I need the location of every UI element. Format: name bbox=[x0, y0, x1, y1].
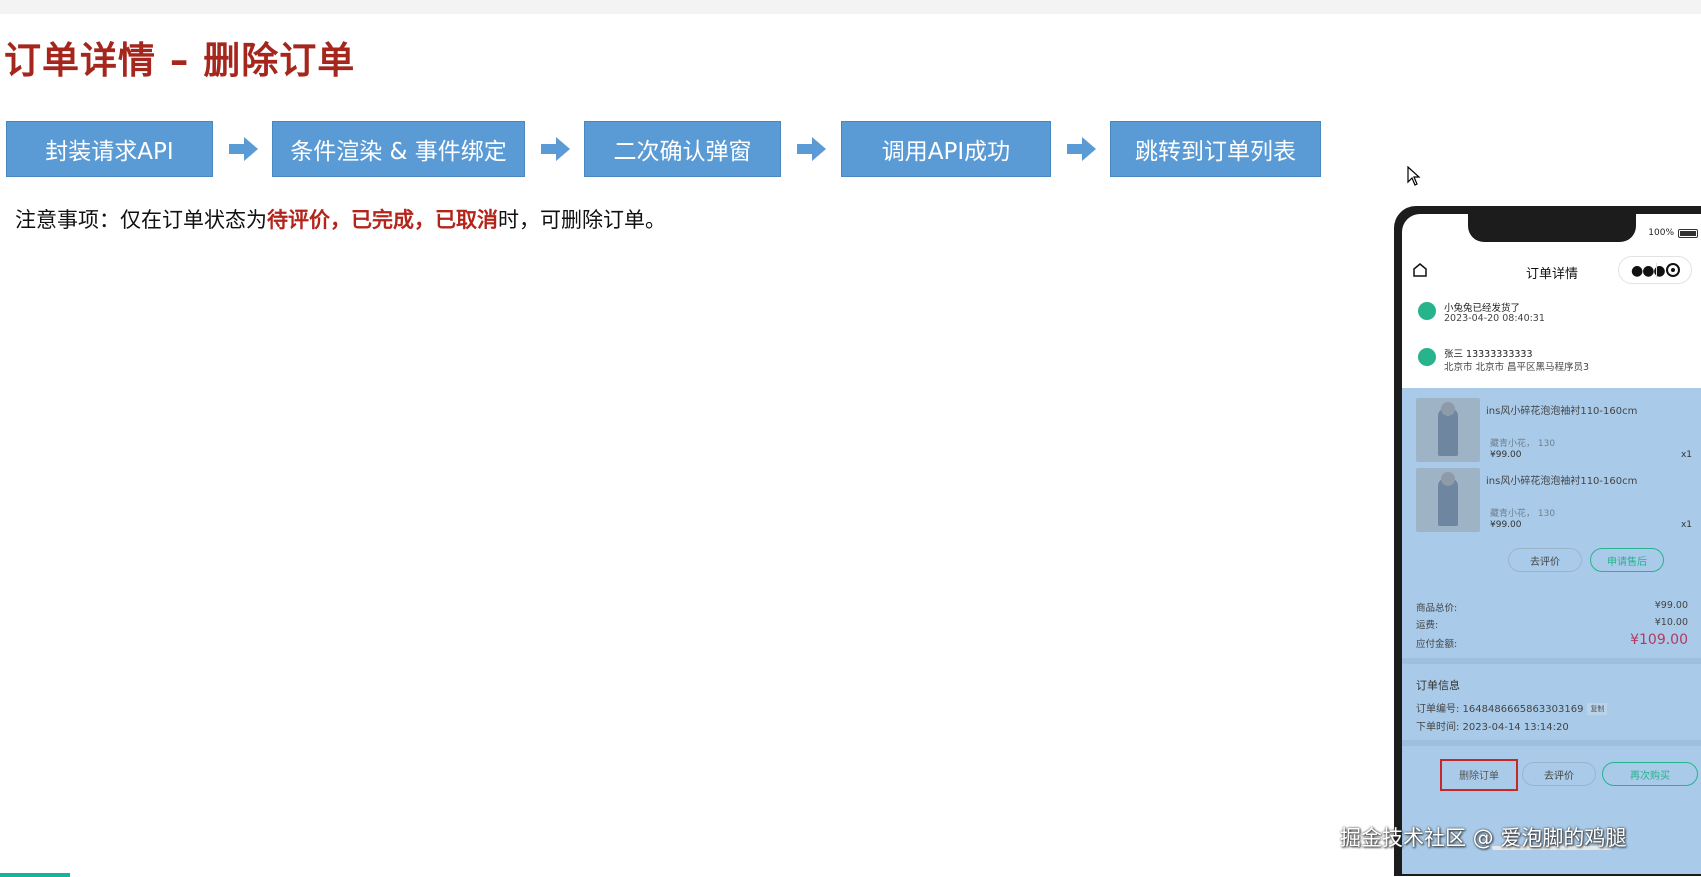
status-completed: 已完成， bbox=[351, 208, 435, 232]
step-call-api: 调用API成功 bbox=[841, 121, 1051, 177]
arrow-right-icon bbox=[541, 137, 570, 161]
battery-icon bbox=[1678, 228, 1698, 238]
goods-thumbnail bbox=[1416, 398, 1480, 462]
pay-amount-value: ¥109.00 bbox=[1630, 632, 1688, 648]
phone-screen: 100% 订单详情 ●●● 小兔兔已经发货了 2023-04-20 08:40:… bbox=[1402, 214, 1701, 874]
close-target-icon[interactable] bbox=[1666, 263, 1680, 277]
battery-percent: 100% bbox=[1648, 228, 1674, 238]
after-sale-button[interactable]: 申请售后 bbox=[1590, 548, 1664, 572]
goods-name: ins风小碎花泡泡袖衬110-160cm bbox=[1486, 406, 1638, 417]
address-name-phone: 张三 13333333333 bbox=[1444, 349, 1533, 360]
section-divider bbox=[1402, 740, 1701, 746]
copy-button[interactable]: 复制 bbox=[1587, 703, 1608, 715]
bottom-review-button[interactable]: 去评价 bbox=[1522, 762, 1596, 786]
goods-qty: x1 bbox=[1680, 450, 1692, 460]
goods-review-button[interactable]: 去评价 bbox=[1508, 548, 1582, 572]
note-prefix: 注意事项：仅在订单状态为 bbox=[15, 208, 267, 232]
bottom-accent-strip bbox=[0, 873, 70, 877]
step-conditional-render: 条件渲染 & 事件绑定 bbox=[272, 121, 525, 177]
truck-icon bbox=[1418, 302, 1436, 320]
status-pending-review: 待评价， bbox=[267, 208, 351, 232]
shipping-text: 小兔兔已经发货了 bbox=[1444, 303, 1521, 314]
arrow-right-icon bbox=[797, 137, 826, 161]
step-encapsulate-api: 封装请求API bbox=[6, 121, 213, 177]
phone-frame: 100% 订单详情 ●●● 小兔兔已经发货了 2023-04-20 08:40:… bbox=[1394, 206, 1701, 876]
pay-amount-label: 应付金额: bbox=[1416, 639, 1458, 650]
delete-highlight-box bbox=[1440, 759, 1518, 791]
address-detail: 北京市 北京市 昌平区黑马程序员3 bbox=[1444, 362, 1590, 373]
location-pin-icon bbox=[1418, 348, 1436, 366]
shipping-time: 2023-04-20 08:40:31 bbox=[1444, 313, 1545, 324]
goods-thumbnail bbox=[1416, 468, 1480, 532]
order-number-line: 订单编号: 1648486665863303169 复制 bbox=[1416, 700, 1608, 715]
arrow-right-icon bbox=[229, 137, 258, 161]
goods-price: ¥99.00 bbox=[1490, 520, 1522, 530]
nav-bar: 订单详情 ●●● bbox=[1402, 250, 1701, 292]
order-info-title: 订单信息 bbox=[1416, 679, 1460, 692]
step-confirm-dialog: 二次确认弹窗 bbox=[584, 121, 781, 177]
section-divider bbox=[1402, 658, 1701, 664]
goods-item[interactable]: ins风小碎花泡泡袖衬110-160cm 藏青小花， 130 ¥99.00 x1 bbox=[1416, 398, 1692, 464]
goods-spec: 藏青小花， 130 bbox=[1490, 439, 1556, 449]
goods-qty: x1 bbox=[1680, 520, 1692, 530]
dim-overlay: ins风小碎花泡泡袖衬110-160cm 藏青小花， 130 ¥99.00 x1… bbox=[1402, 388, 1701, 874]
goods-total-label: 商品总价: bbox=[1416, 603, 1458, 614]
goods-price: ¥99.00 bbox=[1490, 450, 1522, 460]
page-title: 订单详情 – 删除订单 bbox=[4, 39, 356, 82]
order-number: 订单编号: 1648486665863303169 bbox=[1416, 704, 1584, 715]
rebuy-button[interactable]: 再次购买 bbox=[1602, 762, 1698, 786]
arrow-right-icon bbox=[1067, 137, 1096, 161]
capsule-divider bbox=[1656, 263, 1657, 278]
note-text: 注意事项：仅在订单状态为待评价，已完成，已取消时，可删除订单。 bbox=[15, 204, 666, 234]
goods-name: ins风小碎花泡泡袖衬110-160cm bbox=[1486, 476, 1638, 487]
watermark: 掘金技术社区 @ 爱泡脚的鸡腿 bbox=[1340, 826, 1627, 850]
freight-label: 运费: bbox=[1416, 620, 1439, 631]
phone-notch bbox=[1468, 214, 1636, 242]
goods-total-value: ¥99.00 bbox=[1654, 600, 1688, 611]
battery-indicator: 100% bbox=[1648, 228, 1698, 238]
mouse-cursor-icon bbox=[1407, 166, 1421, 186]
more-dots-icon[interactable]: ●●● bbox=[1631, 263, 1666, 279]
step-redirect-list: 跳转到订单列表 bbox=[1110, 121, 1321, 177]
status-cancelled: 已取消 bbox=[435, 208, 498, 232]
bottom-action-bar: 删除订单 去评价 再次购买 bbox=[1402, 748, 1701, 818]
goods-item[interactable]: ins风小碎花泡泡袖衬110-160cm 藏青小花， 130 ¥99.00 x1 bbox=[1416, 468, 1692, 534]
order-time: 下单时间: 2023-04-14 13:14:20 bbox=[1416, 722, 1569, 733]
capsule-menu[interactable]: ●●● bbox=[1618, 256, 1692, 284]
freight-value: ¥10.00 bbox=[1654, 617, 1688, 628]
note-suffix: 时，可删除订单。 bbox=[498, 208, 666, 232]
top-band bbox=[0, 0, 1701, 14]
goods-spec: 藏青小花， 130 bbox=[1490, 509, 1556, 519]
